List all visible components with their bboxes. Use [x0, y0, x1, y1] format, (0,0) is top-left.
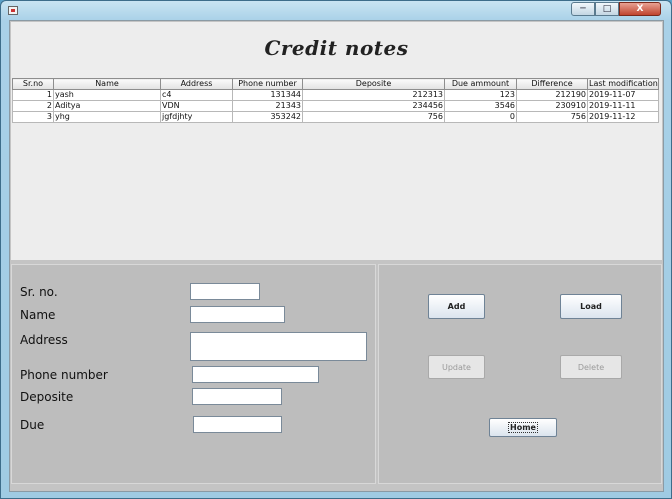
- table-row[interactable]: 3 yhg jgfdjhty 353242 756 0 756 2019-11-…: [12, 111, 659, 123]
- cell-difference[interactable]: 230910: [516, 100, 588, 112]
- due-label: Due: [20, 418, 45, 432]
- java-app-icon: [8, 6, 18, 15]
- table-header-row: Sr.no Name Address Phone number Deposite…: [12, 78, 659, 90]
- name-input[interactable]: [190, 306, 285, 323]
- cell-name[interactable]: yash: [53, 89, 161, 101]
- cell-last-modification[interactable]: 2019-11-11: [587, 100, 659, 112]
- cell-address[interactable]: jgfdjhty: [160, 111, 233, 123]
- cell-address[interactable]: VDN: [160, 100, 233, 112]
- address-label: Address: [20, 333, 68, 347]
- cell-address[interactable]: c4: [160, 89, 233, 101]
- table-row[interactable]: 1 yash c4 131344 212313 123 212190 2019-…: [12, 89, 659, 101]
- home-button-label: Home: [508, 422, 538, 433]
- column-header-srno[interactable]: Sr.no: [12, 78, 54, 90]
- title-bar[interactable]: ─ □ X: [1, 1, 671, 19]
- home-button[interactable]: Home: [489, 418, 557, 437]
- cell-srno[interactable]: 1: [12, 89, 54, 101]
- minimize-button[interactable]: ─: [571, 2, 595, 16]
- load-button[interactable]: Load: [560, 294, 622, 319]
- srno-label: Sr. no.: [20, 285, 58, 299]
- cell-due[interactable]: 0: [444, 111, 517, 123]
- close-button[interactable]: X: [619, 2, 661, 16]
- app-window: ─ □ X Credit notes Sr.no Name Address Ph…: [0, 0, 672, 499]
- page-title: Credit notes: [264, 36, 409, 60]
- cell-srno[interactable]: 3: [12, 111, 54, 123]
- cell-phone[interactable]: 131344: [232, 89, 303, 101]
- cell-difference[interactable]: 212190: [516, 89, 588, 101]
- name-label: Name: [20, 308, 56, 322]
- cell-last-modification[interactable]: 2019-11-07: [587, 89, 659, 101]
- cell-srno[interactable]: 2: [12, 100, 54, 112]
- actions-panel: Add Load Update Delete Home: [378, 264, 662, 484]
- cell-due[interactable]: 123: [444, 89, 517, 101]
- phone-input[interactable]: [192, 366, 319, 383]
- cell-deposite[interactable]: 234456: [302, 100, 445, 112]
- cell-name[interactable]: yhg: [53, 111, 161, 123]
- column-header-name[interactable]: Name: [53, 78, 161, 90]
- column-header-last-modification[interactable]: Last modification: [587, 78, 659, 90]
- due-input[interactable]: [193, 416, 282, 433]
- deposite-input[interactable]: [192, 388, 282, 405]
- cell-deposite[interactable]: 756: [302, 111, 445, 123]
- add-button[interactable]: Add: [428, 294, 485, 319]
- cell-phone[interactable]: 353242: [232, 111, 303, 123]
- column-header-address[interactable]: Address: [160, 78, 233, 90]
- cell-name[interactable]: Aditya: [53, 100, 161, 112]
- main-content: Credit notes Sr.no Name Address Phone nu…: [9, 20, 664, 492]
- column-header-due[interactable]: Due ammount: [444, 78, 517, 90]
- cell-difference[interactable]: 756: [516, 111, 588, 123]
- maximize-button[interactable]: □: [595, 2, 619, 16]
- entry-form-panel: Sr. no. Name Address Phone number Deposi…: [11, 264, 376, 484]
- table-row[interactable]: 2 Aditya VDN 21343 234456 3546 230910 20…: [12, 100, 659, 112]
- update-button[interactable]: Update: [428, 355, 485, 379]
- credit-notes-table[interactable]: Sr.no Name Address Phone number Deposite…: [12, 78, 659, 123]
- window-controls: ─ □ X: [571, 2, 661, 16]
- table-panel: Credit notes Sr.no Name Address Phone nu…: [11, 22, 662, 260]
- cell-last-modification[interactable]: 2019-11-12: [587, 111, 659, 123]
- column-header-difference[interactable]: Difference: [516, 78, 588, 90]
- window-bottom-border: [9, 492, 664, 498]
- delete-button[interactable]: Delete: [560, 355, 622, 379]
- cell-phone[interactable]: 21343: [232, 100, 303, 112]
- column-header-deposite[interactable]: Deposite: [302, 78, 445, 90]
- column-header-phone[interactable]: Phone number: [232, 78, 303, 90]
- cell-deposite[interactable]: 212313: [302, 89, 445, 101]
- phone-label: Phone number: [20, 368, 108, 382]
- address-input[interactable]: [190, 332, 367, 361]
- deposite-label: Deposite: [20, 390, 74, 404]
- cell-due[interactable]: 3546: [444, 100, 517, 112]
- srno-input[interactable]: [190, 283, 260, 300]
